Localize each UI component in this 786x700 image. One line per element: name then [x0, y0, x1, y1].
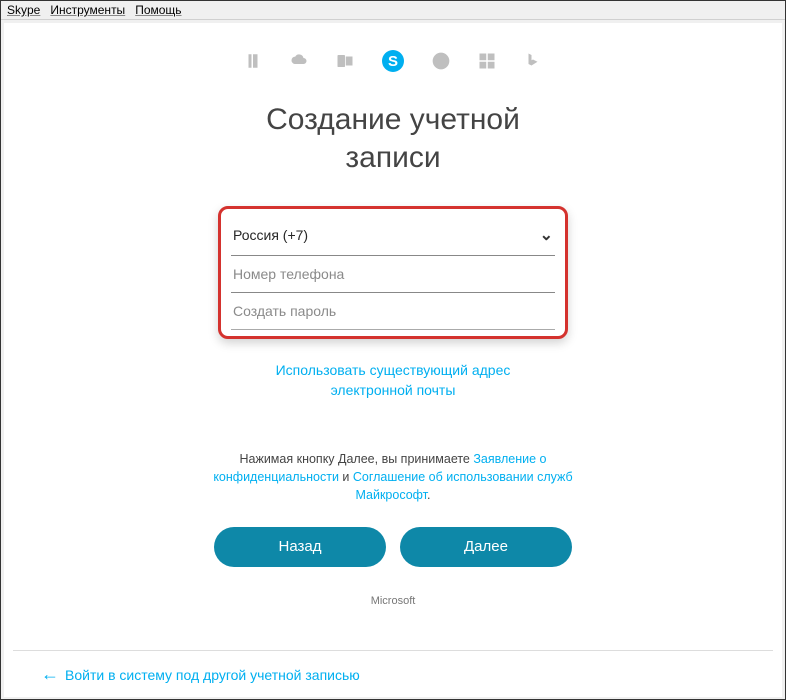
- service-icons-row: S: [243, 49, 543, 73]
- sign-in-other-account-link[interactable]: ← Войти в систему под другой учетной зап…: [41, 664, 360, 685]
- button-row: Назад Далее: [214, 527, 572, 567]
- title-line-1: Создание учетной: [266, 101, 520, 139]
- footer-divider: [13, 650, 773, 651]
- tos-link[interactable]: Соглашение об использовании служб Майкро…: [353, 470, 573, 502]
- use-existing-email-link[interactable]: Использовать существующий адрес электрон…: [276, 361, 511, 400]
- menu-tools[interactable]: Инструменты: [50, 3, 125, 17]
- office-icon: [243, 51, 263, 71]
- bing-icon: [523, 51, 543, 71]
- skype-icon: S: [381, 49, 405, 73]
- back-button[interactable]: Назад: [214, 527, 386, 567]
- phone-input[interactable]: Номер телефона: [231, 256, 555, 293]
- menu-help[interactable]: Помощь: [135, 3, 181, 17]
- xbox-icon: [431, 51, 451, 71]
- main-content: S Создание учетной записи Россия (+7) ⌄ …: [4, 23, 782, 697]
- page-title: Создание учетной записи: [266, 101, 520, 176]
- chevron-down-icon: ⌄: [540, 225, 553, 245]
- phone-placeholder: Номер телефона: [233, 266, 344, 282]
- password-input[interactable]: Создать пароль: [231, 293, 555, 330]
- menu-skype[interactable]: Skype: [7, 3, 40, 17]
- title-line-2: записи: [266, 139, 520, 177]
- onedrive-icon: [289, 51, 309, 71]
- next-button[interactable]: Далее: [400, 527, 572, 567]
- terms-text: Нажимая кнопку Далее, вы принимаете Заяв…: [193, 450, 593, 504]
- microsoft-footer: Microsoft: [371, 595, 416, 607]
- country-value: Россия (+7): [233, 227, 308, 243]
- country-select[interactable]: Россия (+7) ⌄: [231, 215, 555, 256]
- outlook-icon: [335, 51, 355, 71]
- password-placeholder: Создать пароль: [233, 303, 336, 319]
- arrow-left-icon: ←: [41, 664, 59, 685]
- signup-form-highlight: Россия (+7) ⌄ Номер телефона Создать пар…: [218, 206, 568, 339]
- windows-icon: [477, 51, 497, 71]
- menubar: Skype Инструменты Помощь: [1, 1, 785, 20]
- svg-text:S: S: [388, 53, 398, 70]
